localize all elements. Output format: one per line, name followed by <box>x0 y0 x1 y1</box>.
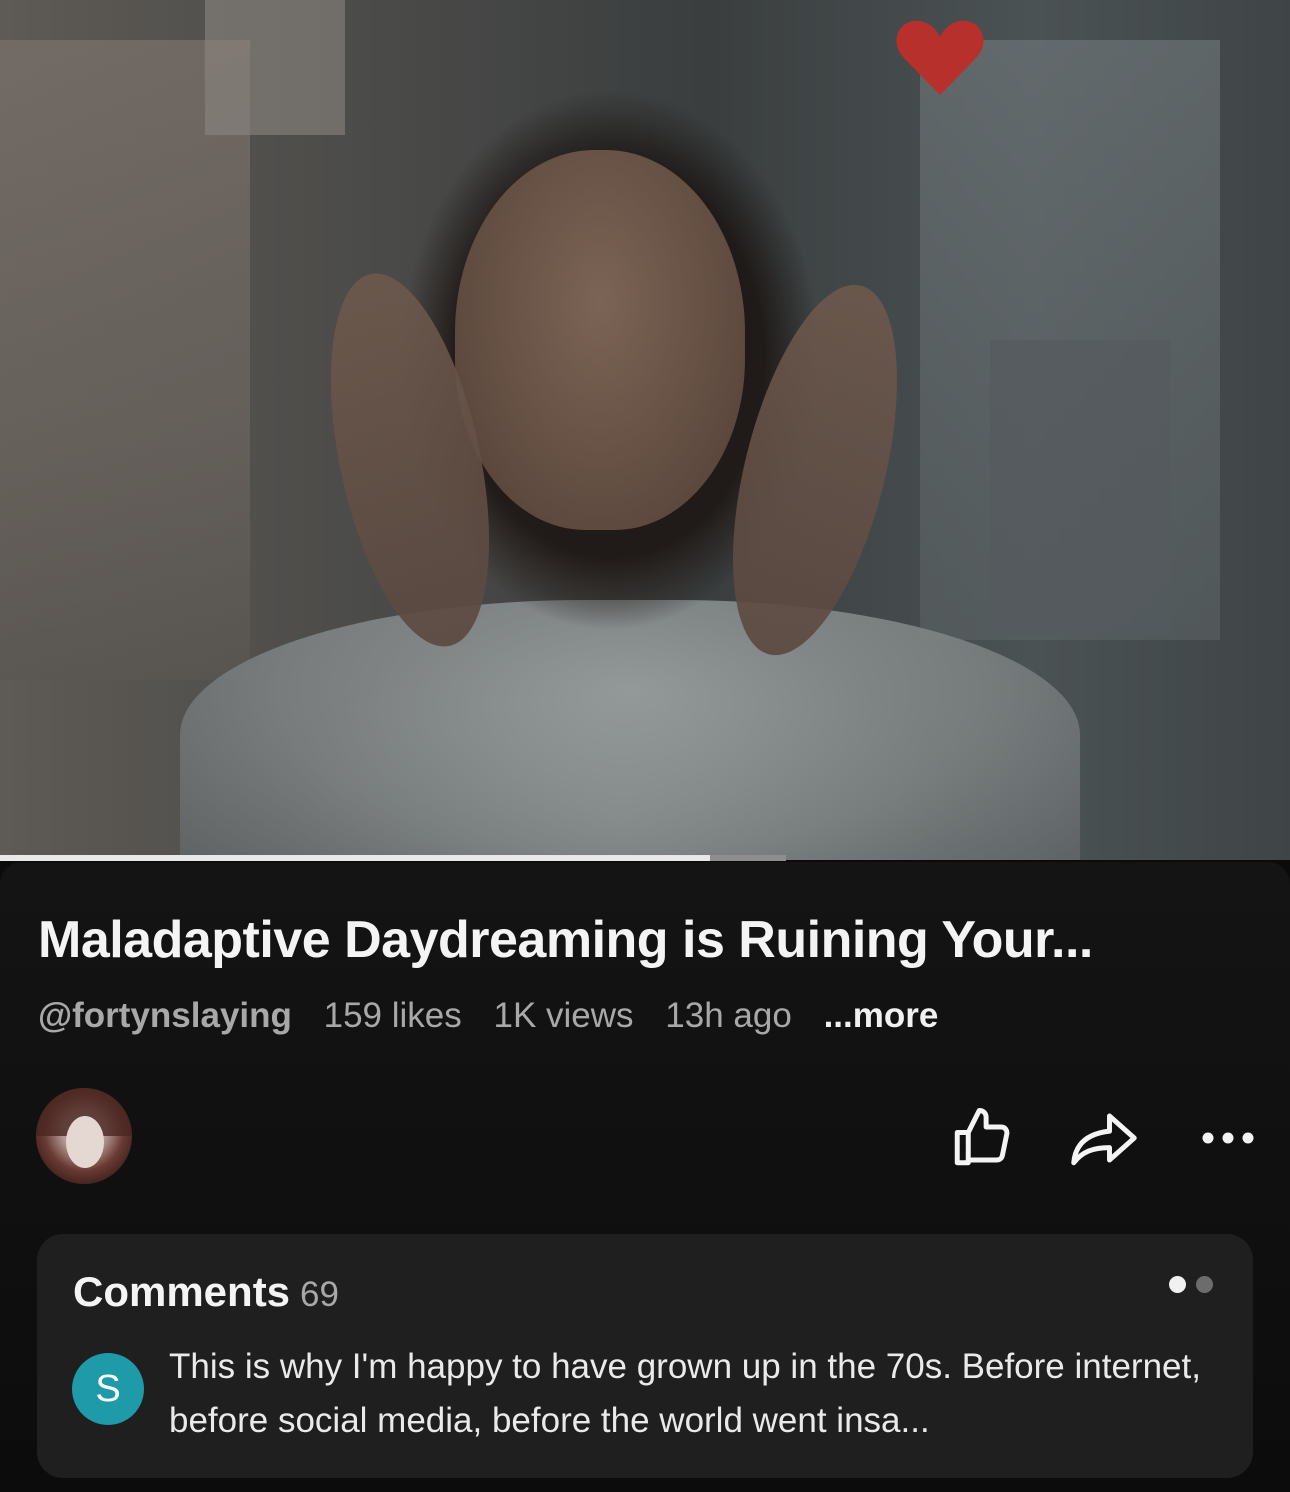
share-arrow-icon <box>1071 1113 1137 1166</box>
more-link[interactable]: ...more <box>824 996 939 1035</box>
avatar-face <box>66 1116 104 1168</box>
views-count: 1K views <box>493 996 634 1035</box>
likes-count: 159 likes <box>323 996 462 1035</box>
wall-poster-left <box>0 40 250 680</box>
commenter-avatar: S <box>72 1353 144 1425</box>
comments-pager[interactable] <box>1169 1276 1213 1293</box>
upload-time: 13h ago <box>665 996 792 1035</box>
comments-label: Comments <box>73 1268 291 1315</box>
more-options-button[interactable] <box>1190 1100 1266 1176</box>
channel-avatar[interactable] <box>36 1088 132 1184</box>
comments-count: 69 <box>300 1275 339 1314</box>
video-title[interactable]: Maladaptive Daydreaming is Ruining Your.… <box>38 910 1258 970</box>
heart-sticker-icon <box>896 20 984 95</box>
more-horizontal-icon <box>1202 1132 1254 1144</box>
wall-photo <box>990 340 1170 635</box>
channel-handle[interactable]: @fortynslaying <box>38 996 292 1035</box>
comment-text: This is why I'm happy to have grown up i… <box>169 1347 1201 1440</box>
wall-poster-top <box>205 0 345 135</box>
video-player[interactable] <box>0 0 1290 860</box>
share-button[interactable] <box>1066 1100 1142 1176</box>
person-face <box>455 150 745 530</box>
pager-dot-active <box>1169 1276 1186 1293</box>
video-meta: @fortynslaying 159 likes 1K views 13h ag… <box>38 996 960 1036</box>
like-button[interactable] <box>944 1100 1020 1176</box>
progress-bar[interactable] <box>0 855 710 861</box>
comments-header: Comments 69 <box>73 1268 339 1316</box>
pager-dot <box>1196 1276 1213 1293</box>
comments-card[interactable]: Comments 69 S This is why I'm happy to ha… <box>37 1234 1253 1478</box>
thumbs-up-icon <box>954 1108 1010 1166</box>
